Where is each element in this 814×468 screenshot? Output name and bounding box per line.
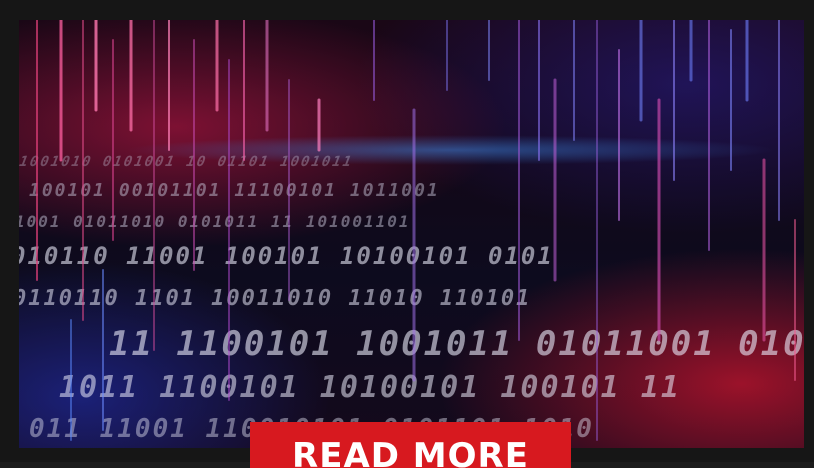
digital-rain: [36, 20, 796, 441]
rain-lines: [36, 20, 796, 441]
article-card: 11001010 0101001 10 01101 1001011 100101…: [0, 0, 814, 468]
read-more-button[interactable]: READ MORE: [250, 422, 571, 468]
hero-image[interactable]: 11001010 0101001 10 01101 1001011 100101…: [19, 20, 804, 448]
